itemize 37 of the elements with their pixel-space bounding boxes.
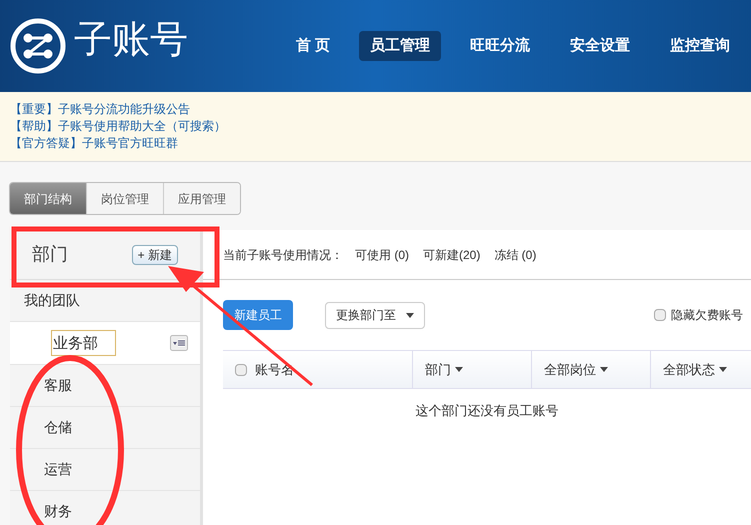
column-filter[interactable]: 全部状态: [663, 360, 727, 380]
usage-stat: 可使用 (0): [355, 246, 409, 264]
department-name-input[interactable]: 业务部: [51, 330, 116, 356]
app-title: 子账号: [74, 18, 188, 62]
department-item[interactable]: 仓储: [44, 417, 72, 438]
caret-icon: [719, 367, 727, 372]
notice-link[interactable]: 【帮助】子账号使用帮助大全（可搜索）: [10, 118, 751, 134]
select-all-checkbox[interactable]: [235, 364, 247, 376]
usage-stat: 可新建(20): [423, 246, 480, 264]
hide-overdue-label: 隐藏欠费账号: [671, 307, 743, 324]
network-logo-icon: [10, 18, 66, 74]
section-tab[interactable]: 部门结构: [10, 183, 87, 214]
new-department-button[interactable]: + 新建: [132, 244, 178, 264]
nav-tab[interactable]: 安全设置: [559, 31, 641, 61]
menu-icon[interactable]: [170, 335, 188, 351]
hide-overdue-checkbox[interactable]: [654, 309, 666, 321]
team-item[interactable]: 我的团队: [24, 290, 80, 311]
sidebar-title: 部门: [32, 243, 68, 266]
department-item[interactable]: 运营: [44, 459, 72, 480]
nav-tab[interactable]: 员工管理: [359, 31, 441, 61]
notice-link[interactable]: 【官方答疑】子账号官方旺旺群: [10, 135, 751, 151]
notice-link[interactable]: 【重要】子账号分流功能升级公告: [10, 101, 751, 117]
column-filter[interactable]: 部门: [425, 360, 463, 380]
nav-tab[interactable]: 首 页: [284, 31, 341, 61]
move-department-dropdown[interactable]: 更换部门至: [325, 302, 425, 328]
caret-icon: [600, 367, 608, 372]
nav-tab[interactable]: 监控查询: [659, 31, 741, 61]
caret-icon: [406, 312, 414, 318]
new-employee-button[interactable]: 新建员工: [223, 300, 293, 330]
usage-label: 当前子账号使用情况：: [223, 246, 343, 264]
department-item[interactable]: 财务: [44, 501, 72, 522]
department-item[interactable]: 客服: [44, 375, 72, 396]
caret-icon: [455, 367, 463, 372]
usage-stat: 冻结 (0): [494, 246, 536, 264]
nav-tab[interactable]: 旺旺分流: [459, 31, 541, 61]
column-filter[interactable]: 全部岗位: [544, 360, 608, 380]
empty-message: 这个部门还没有员工账号: [416, 402, 558, 420]
